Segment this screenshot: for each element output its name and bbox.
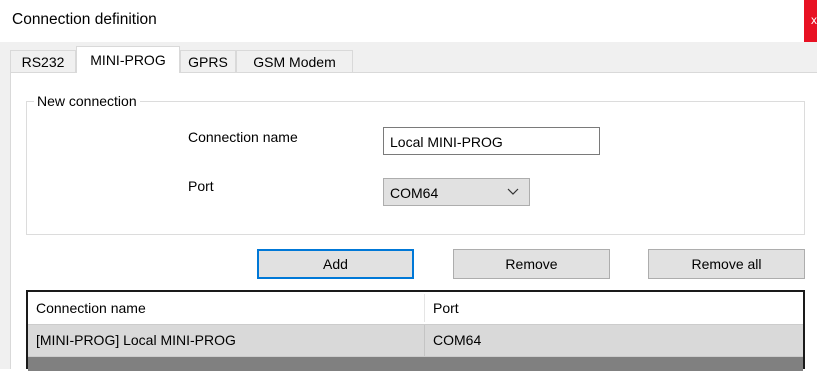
add-button[interactable]: Add <box>257 249 414 279</box>
port-label: Port <box>188 178 214 194</box>
remove-all-button[interactable]: Remove all <box>648 249 805 279</box>
group-legend: New connection <box>34 93 140 109</box>
row-port: COM64 <box>433 332 482 348</box>
port-select[interactable]: COM64 <box>383 178 530 206</box>
connection-name-input[interactable]: Local MINI-PROG <box>383 127 600 155</box>
port-select-value: COM64 <box>390 185 439 201</box>
tab-gsm-modem[interactable]: GSM Modem <box>236 50 353 72</box>
tab-mini-prog[interactable]: MINI-PROG <box>76 46 180 73</box>
tab-rs232[interactable]: RS232 <box>10 50 76 72</box>
remove-button[interactable]: Remove <box>453 249 610 279</box>
close-button[interactable]: x <box>804 0 817 42</box>
table-row[interactable]: [MINI-PROG] Local MINI-PROG COM64 <box>28 324 803 357</box>
chevron-down-icon <box>507 188 519 195</box>
row-connection-name: [MINI-PROG] Local MINI-PROG <box>36 332 236 348</box>
new-connection-group <box>26 101 805 235</box>
window-title: Connection definition <box>12 11 157 28</box>
column-header-port[interactable]: Port <box>425 292 803 324</box>
tab-gprs[interactable]: GPRS <box>180 50 236 72</box>
connections-list[interactable]: Connection name Port [MINI-PROG] Local M… <box>26 290 805 371</box>
column-header-connection-name[interactable]: Connection name <box>28 292 424 324</box>
connection-name-label: Connection name <box>188 129 298 145</box>
